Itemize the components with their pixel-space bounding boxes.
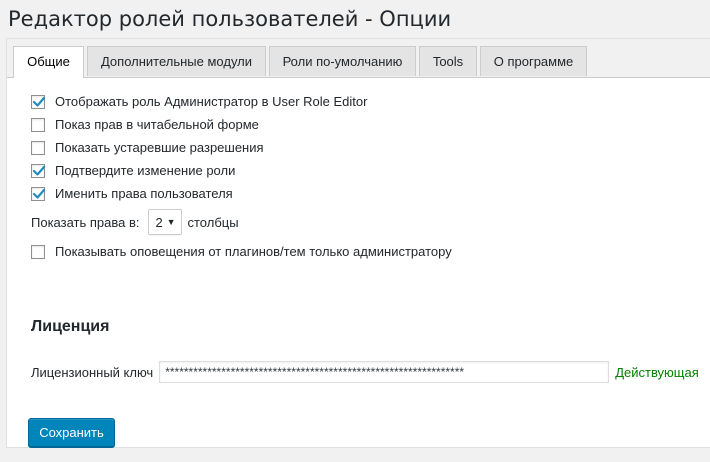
chevron-down-icon: ▼	[166, 217, 176, 227]
option-label: Именить права пользователя	[55, 186, 233, 201]
checkmark-icon	[32, 188, 46, 199]
checkmark-icon	[32, 165, 46, 176]
checkbox-deprecated-caps[interactable]	[31, 140, 45, 155]
option-label: Показывать оповещения от плагинов/тем то…	[55, 244, 452, 259]
option-deprecated-caps[interactable]: Показать устаревшие разрешения	[31, 140, 264, 155]
tab-tools[interactable]: Tools	[419, 46, 477, 76]
option-confirm-role-update[interactable]: Подтвердите изменение роли	[31, 163, 235, 178]
tab-about[interactable]: О программе	[480, 46, 587, 76]
columns-setting: Показать права в: 2 ▼ столбцы	[31, 209, 239, 235]
license-key-label: Лицензионный ключ	[31, 364, 154, 380]
option-label: Подтвердите изменение роли	[55, 163, 236, 178]
license-status: Действующая	[615, 364, 699, 380]
columns-select[interactable]: 2 ▼	[147, 209, 182, 235]
option-show-admin-role[interactable]: Отображать роль Администратор в User Rol…	[31, 94, 367, 109]
option-label: Показ прав в читабельной форме	[55, 117, 259, 132]
checkmark-icon	[32, 96, 46, 107]
checkbox-human-readable[interactable]	[31, 117, 45, 132]
license-key-input[interactable]: ****************************************…	[159, 361, 610, 383]
columns-select-value: 2	[155, 214, 163, 230]
license-heading: Лиценция	[31, 318, 110, 335]
option-edit-user-caps[interactable]: Именить права пользователя	[31, 186, 233, 201]
checkbox-notices-admin-only[interactable]	[31, 244, 45, 259]
checkbox-edit-user-caps[interactable]	[31, 186, 46, 201]
columns-suffix: столбцы	[187, 214, 239, 230]
license-row: Лицензионный ключ **********************…	[31, 361, 699, 383]
page-title: Редактор ролей пользователей - Опции	[8, 7, 452, 31]
tab-addons[interactable]: Дополнительные модули	[87, 46, 266, 76]
option-label: Отображать роль Администратор в User Rol…	[55, 94, 368, 109]
columns-label: Показать права в:	[31, 214, 140, 230]
checkbox-confirm-role-update[interactable]	[31, 163, 46, 178]
option-human-readable[interactable]: Показ прав в читабельной форме	[31, 117, 259, 132]
options-panel: Общие Дополнительные модули Роли по-умол…	[6, 38, 710, 448]
option-label: Показать устаревшие разрешения	[55, 140, 264, 155]
tab-bar: Общие Дополнительные модули Роли по-умол…	[7, 39, 710, 78]
option-notices-admin-only[interactable]: Показывать оповещения от плагинов/тем то…	[31, 244, 452, 259]
save-button[interactable]: Сохранить	[28, 418, 115, 447]
checkbox-show-admin-role[interactable]	[31, 94, 46, 109]
tab-general[interactable]: Общие	[13, 46, 84, 78]
tab-default-roles[interactable]: Роли по-умолчанию	[269, 46, 416, 76]
